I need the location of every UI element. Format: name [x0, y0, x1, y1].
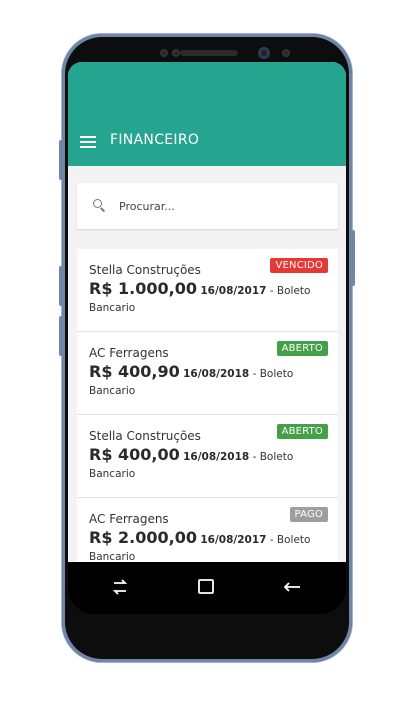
sensor-icon	[160, 49, 168, 57]
home-icon[interactable]	[194, 576, 218, 598]
app-bar: FINANCEIRO	[68, 62, 346, 166]
payment-method-cont: Bancario	[89, 468, 136, 480]
client-name: AC Ferragens	[89, 512, 169, 526]
amount: R$ 1.000,00	[89, 279, 197, 298]
recent-apps-icon[interactable]	[108, 576, 132, 598]
search-bar	[77, 183, 338, 229]
bill-list: Stella Construções VENCIDO R$ 1.000,00 1…	[77, 249, 338, 562]
payment-method-cont: Bancario	[89, 302, 136, 314]
due-date: 16/08/2017	[200, 534, 267, 546]
status-badge: PAGO	[289, 507, 328, 522]
client-name: Stella Construções	[89, 429, 201, 443]
due-date: 16/08/2018	[183, 368, 250, 380]
app-screen: FINANCEIRO Stella Construções VENCIDO R$…	[68, 62, 346, 562]
amount: R$ 400,00	[89, 445, 180, 464]
list-item[interactable]: Stella Construções ABERTO R$ 400,00 16/0…	[77, 415, 338, 498]
volume-up-button	[59, 140, 63, 180]
iris-sensor-icon	[282, 49, 290, 57]
volume-down-button	[59, 266, 63, 306]
page-title: FINANCEIRO	[110, 132, 200, 148]
list-item[interactable]: AC Ferragens ABERTO R$ 400,90 16/08/2018…	[77, 332, 338, 415]
power-button	[351, 230, 355, 286]
status-badge: ABERTO	[276, 424, 328, 439]
speaker-grille	[180, 50, 238, 56]
payment-method-cont: Bancario	[89, 551, 136, 562]
search-input[interactable]	[117, 198, 321, 214]
list-item[interactable]: AC Ferragens PAGO R$ 2.000,00 16/08/2017…	[77, 498, 338, 562]
payment-method-cont: Bancario	[89, 385, 136, 397]
system-nav-bar	[68, 562, 346, 614]
front-camera-icon	[258, 47, 270, 59]
due-date: 16/08/2017	[200, 285, 267, 297]
bixby-button	[59, 316, 63, 356]
back-icon[interactable]	[280, 576, 304, 598]
search-icon	[93, 199, 107, 213]
payment-method: - Boleto	[252, 451, 294, 463]
menu-icon[interactable]	[80, 136, 96, 148]
list-item[interactable]: Stella Construções VENCIDO R$ 1.000,00 1…	[77, 249, 338, 332]
amount: R$ 2.000,00	[89, 528, 197, 547]
payment-method: - Boleto	[269, 285, 311, 297]
payment-method: - Boleto	[252, 368, 294, 380]
status-badge: VENCIDO	[270, 258, 328, 273]
payment-method: - Boleto	[269, 534, 311, 546]
due-date: 16/08/2018	[183, 451, 250, 463]
status-badge: ABERTO	[276, 341, 328, 356]
client-name: Stella Construções	[89, 263, 201, 277]
client-name: AC Ferragens	[89, 346, 169, 360]
amount: R$ 400,90	[89, 362, 180, 381]
sensor-icon	[172, 49, 180, 57]
